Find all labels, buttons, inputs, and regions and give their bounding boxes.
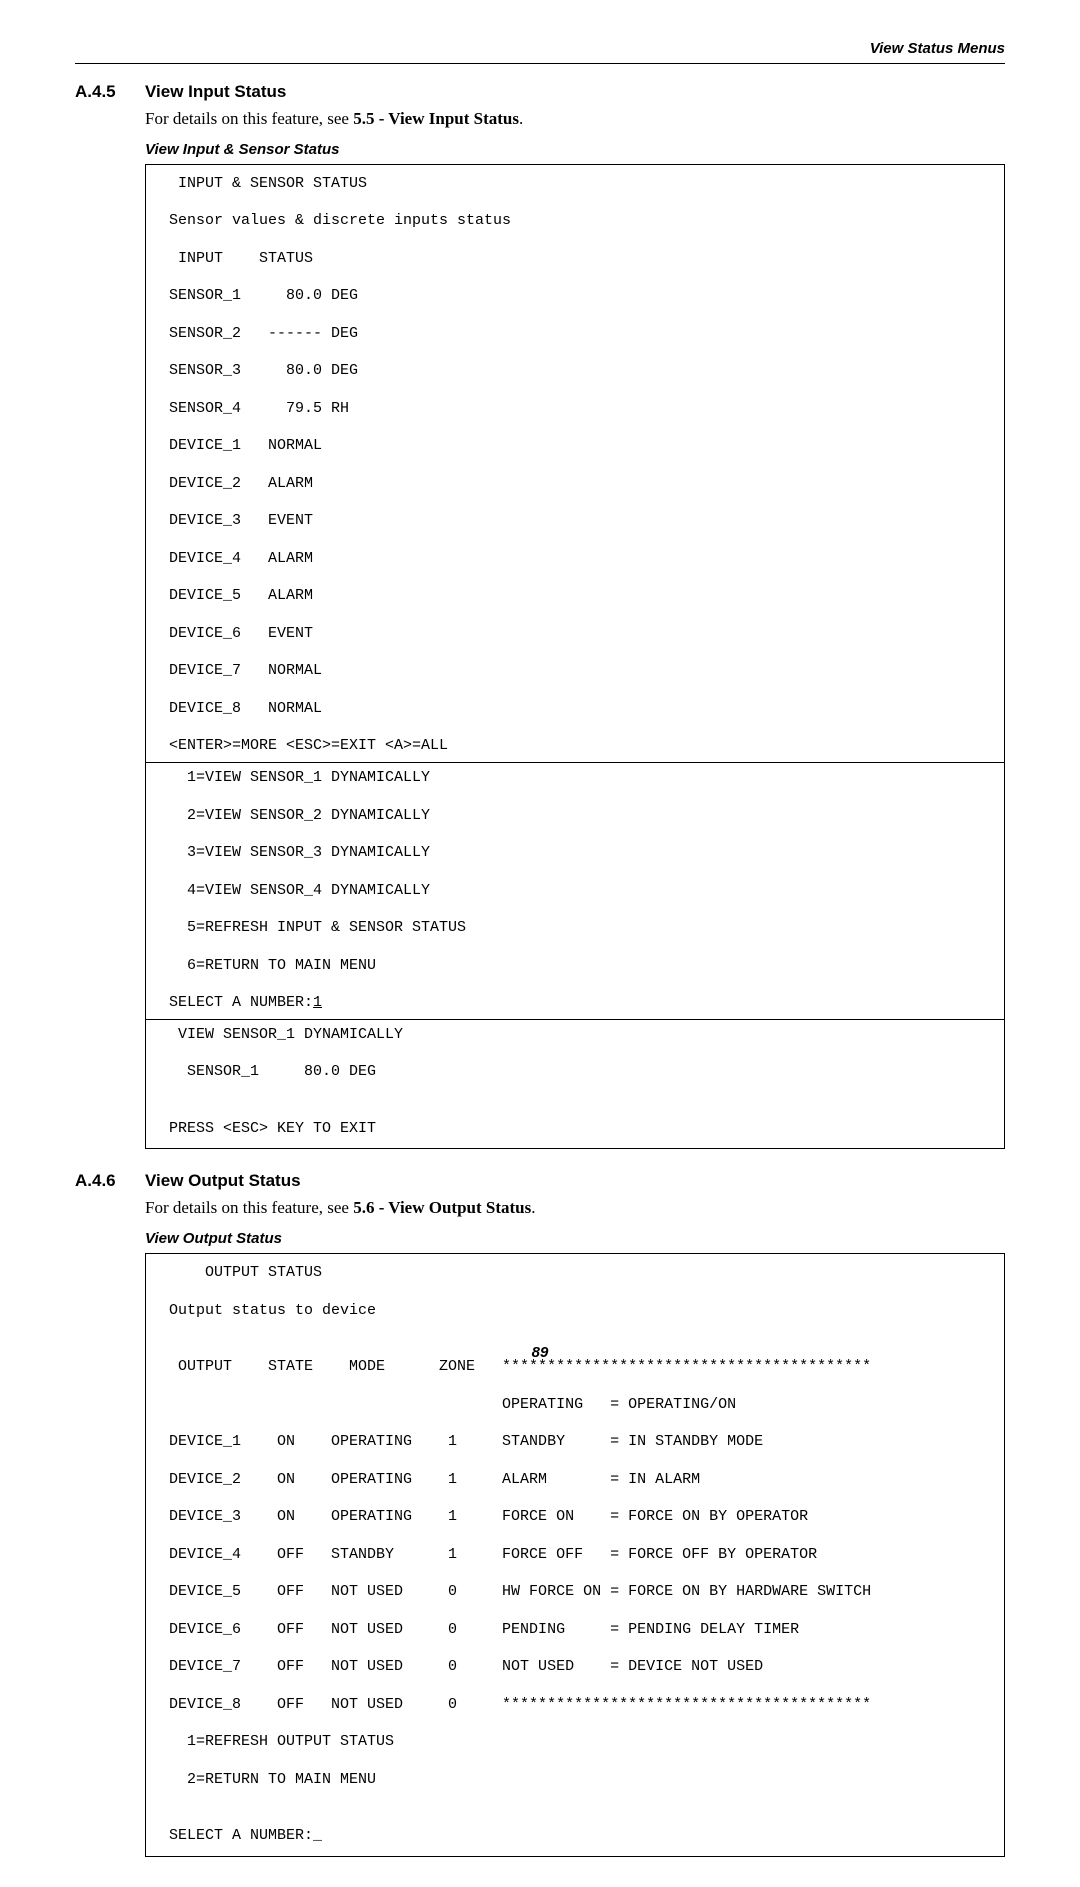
body-xref: 5.5 - View Input Status — [353, 109, 519, 128]
b1-p1-footer: <ENTER>=MORE <ESC>=EXIT <A>=ALL — [160, 737, 990, 756]
b2-row: DEVICE_4 OFF STANDBY 1 FORCE OFF = FORCE… — [160, 1546, 990, 1565]
b1-p1-row: DEVICE_4 ALARM — [160, 550, 990, 569]
b1-p2-menu: 6=RETURN TO MAIN MENU — [160, 957, 990, 976]
b2-menu: 2=RETURN TO MAIN MENU — [160, 1771, 990, 1790]
b1-p2-prompt: SELECT A NUMBER:1 — [160, 994, 990, 1013]
b1-p1-row: DEVICE_2 ALARM — [160, 475, 990, 494]
b1-p1-row: DEVICE_5 ALARM — [160, 587, 990, 606]
body-post: . — [519, 109, 523, 128]
b1-p1-row: DEVICE_8 NORMAL — [160, 700, 990, 719]
b1-p1-row: DEVICE_7 NORMAL — [160, 662, 990, 681]
block2-caption: View Output Status — [145, 1230, 1005, 1247]
b1-p1-row: DEVICE_3 EVENT — [160, 512, 990, 531]
b2-row: DEVICE_3 ON OPERATING 1 FORCE ON = FORCE… — [160, 1508, 990, 1527]
block1-caption: View Input & Sensor Status — [145, 141, 1005, 158]
b1-p2-prompt-value: 1 — [313, 994, 322, 1011]
b2-title: OUTPUT STATUS — [160, 1264, 990, 1283]
b2-menu: 1=REFRESH OUTPUT STATUS — [160, 1733, 990, 1752]
page-number: 89 — [0, 1344, 1080, 1361]
b1-p2-menu: 2=VIEW SENSOR_2 DYNAMICALLY — [160, 807, 990, 826]
b1-p3-value: SENSOR_1 80.0 DEG — [160, 1063, 990, 1082]
b1-divider1 — [146, 762, 1004, 763]
b1-p1-desc: Sensor values & discrete inputs status — [160, 212, 990, 231]
running-header: View Status Menus — [75, 40, 1005, 57]
section-title-a45: View Input Status — [145, 82, 286, 102]
header-rule — [75, 63, 1005, 64]
block1-terminal: INPUT & SENSOR STATUS Sensor values & di… — [145, 164, 1005, 1150]
b2-prompt: SELECT A NUMBER:_ — [160, 1827, 990, 1846]
b1-p1-row: DEVICE_6 EVENT — [160, 625, 990, 644]
body-xref: 5.6 - View Output Status — [353, 1198, 531, 1217]
b1-p2-menu: 5=REFRESH INPUT & SENSOR STATUS — [160, 919, 990, 938]
b2-row: DEVICE_2 ON OPERATING 1 ALARM = IN ALARM — [160, 1471, 990, 1490]
section-number-a46: A.4.6 — [75, 1171, 131, 1191]
body-pre: For details on this feature, see — [145, 109, 353, 128]
b1-p2-prompt-label: SELECT A NUMBER: — [160, 994, 313, 1011]
b1-p1-colhdr: INPUT STATUS — [160, 250, 990, 269]
section-body-a46: For details on this feature, see 5.6 - V… — [145, 1197, 1005, 1220]
b1-p1-row: SENSOR_4 79.5 RH — [160, 400, 990, 419]
b1-p3-footer: PRESS <ESC> KEY TO EXIT — [160, 1120, 990, 1139]
b1-p3-title: VIEW SENSOR_1 DYNAMICALLY — [160, 1026, 990, 1045]
b2-prompt-value: _ — [313, 1827, 322, 1844]
b2-row: DEVICE_1 ON OPERATING 1 STANDBY = IN STA… — [160, 1433, 990, 1452]
b2-row: OPERATING = OPERATING/ON — [160, 1396, 990, 1415]
b2-row: DEVICE_5 OFF NOT USED 0 HW FORCE ON = FO… — [160, 1583, 990, 1602]
b1-p2-menu: 3=VIEW SENSOR_3 DYNAMICALLY — [160, 844, 990, 863]
b2-row: DEVICE_7 OFF NOT USED 0 NOT USED = DEVIC… — [160, 1658, 990, 1677]
b2-desc: Output status to device — [160, 1302, 990, 1321]
b1-p2-menu: 4=VIEW SENSOR_4 DYNAMICALLY — [160, 882, 990, 901]
b2-prompt-label: SELECT A NUMBER: — [160, 1827, 313, 1844]
section-title-a46: View Output Status — [145, 1171, 301, 1191]
b1-divider2 — [146, 1019, 1004, 1020]
b1-p1-row: SENSOR_2 ------ DEG — [160, 325, 990, 344]
section-body-a45: For details on this feature, see 5.5 - V… — [145, 108, 1005, 131]
b2-row: DEVICE_8 OFF NOT USED 0 ****************… — [160, 1696, 990, 1715]
b1-p1-row: SENSOR_3 80.0 DEG — [160, 362, 990, 381]
b2-row: DEVICE_6 OFF NOT USED 0 PENDING = PENDIN… — [160, 1621, 990, 1640]
b1-p1-row: SENSOR_1 80.0 DEG — [160, 287, 990, 306]
b1-p1-title: INPUT & SENSOR STATUS — [160, 175, 990, 194]
section-number-a45: A.4.5 — [75, 82, 131, 102]
body-pre: For details on this feature, see — [145, 1198, 353, 1217]
b1-p1-row: DEVICE_1 NORMAL — [160, 437, 990, 456]
b1-p2-menu: 1=VIEW SENSOR_1 DYNAMICALLY — [160, 769, 990, 788]
body-post: . — [531, 1198, 535, 1217]
